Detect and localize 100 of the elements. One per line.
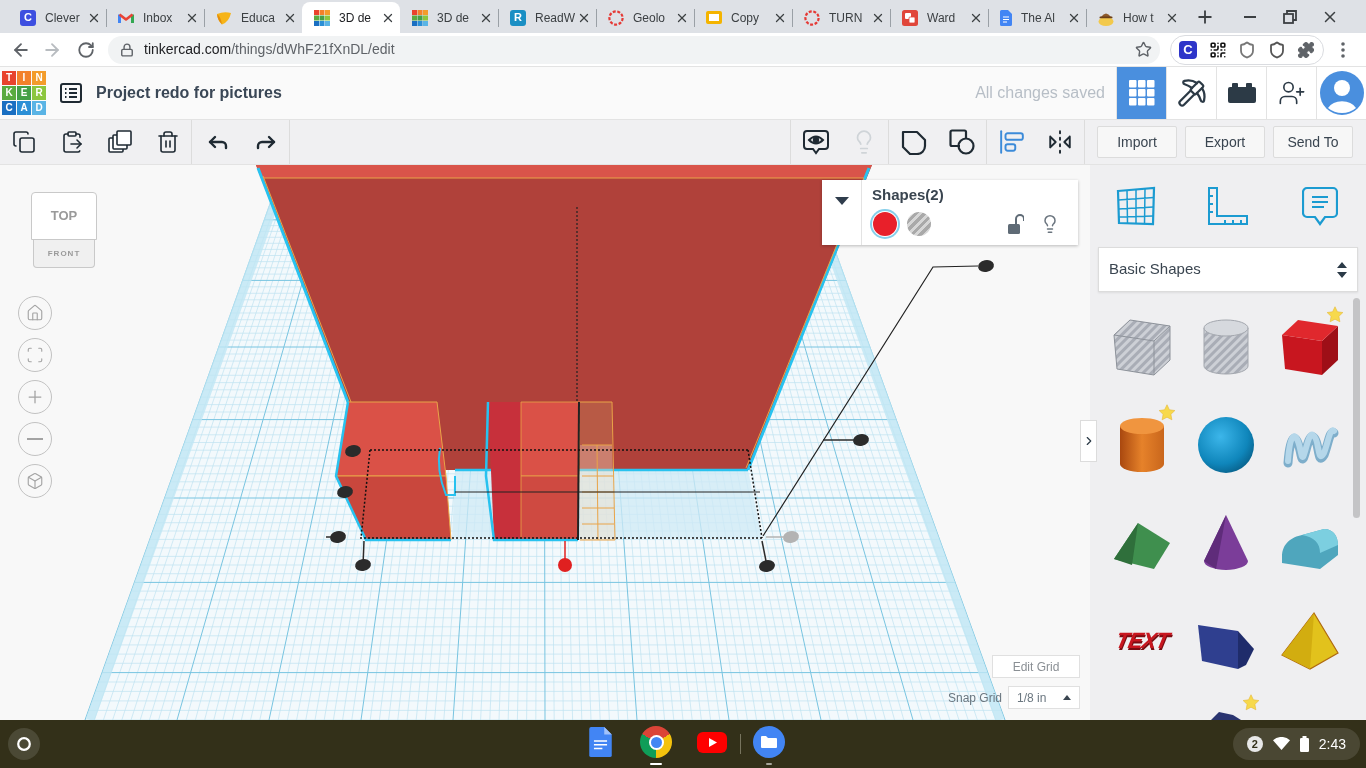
url-text: tinkercad.com/things/dWhF21fXnDL/edit	[144, 40, 395, 59]
toolbar-button[interactable]: Import	[1097, 126, 1177, 158]
project-title: Project redo for pictures	[96, 83, 282, 103]
browser-tab[interactable]: Copy	[694, 2, 792, 33]
envelope-icon	[118, 11, 134, 24]
browser-tab[interactable]: 3D de	[400, 2, 498, 33]
minimize-icon	[1244, 16, 1256, 18]
dashed-ring-icon	[608, 9, 624, 26]
qr-code-icon[interactable]	[1208, 40, 1227, 59]
toolbar-button[interactable]: Send To	[1273, 126, 1353, 158]
logo-letter-tile: T	[2, 71, 16, 85]
shield-icon[interactable]	[1267, 40, 1286, 59]
document-icon	[588, 727, 612, 757]
browser-tab[interactable]: Ward	[890, 2, 988, 33]
address-bar[interactable]: tinkercad.com/things/dWhF21fXnDL/edit	[108, 35, 1160, 64]
menu-icon	[1341, 41, 1345, 58]
launcher-button[interactable]	[8, 728, 40, 760]
browser-tab[interactable]: The Al	[988, 2, 1086, 33]
logo-letter-tile: E	[17, 86, 31, 100]
scale-handle[interactable]	[978, 259, 994, 273]
color-swatch[interactable]	[873, 212, 897, 236]
merged-shape-icon	[900, 129, 927, 155]
tilted-grid-icon	[1116, 186, 1156, 226]
logo-letter-tile: K	[2, 86, 16, 100]
bricks-view-button[interactable]	[1216, 67, 1266, 119]
folder-icon	[753, 726, 785, 758]
browser-tab[interactable]: TURN	[792, 2, 890, 33]
trash-icon	[155, 130, 180, 154]
cube-outline-icon	[26, 472, 44, 490]
scale-handle[interactable]	[822, 433, 869, 447]
up-down-caret-icon	[1337, 261, 1347, 278]
play-button-icon	[697, 731, 727, 753]
scale-handle[interactable]	[345, 444, 361, 458]
browser-tab[interactable]: C Clever	[8, 2, 106, 33]
caret-up-icon	[1063, 695, 1071, 700]
scale-handle[interactable]	[325, 530, 346, 544]
snap-grid-select[interactable]: 1/8 in	[1008, 686, 1080, 709]
browser-tab[interactable]: R ReadW	[498, 2, 596, 33]
reload-icon	[77, 40, 95, 59]
scale-handle[interactable]	[355, 540, 371, 572]
round-logo-icon	[640, 726, 672, 758]
logo-letter-tile: R	[32, 86, 46, 100]
save-status: All changes saved	[975, 83, 1105, 103]
browser-tab[interactable]: How t	[1086, 2, 1184, 33]
copy-icon	[12, 130, 36, 154]
star-icon	[1158, 404, 1176, 422]
dashed-ring-icon	[804, 9, 820, 26]
toolbar-button[interactable]: Export	[1185, 126, 1265, 158]
ring-icon	[17, 737, 31, 751]
clock-time: 2:43	[1318, 734, 1346, 754]
notification-count[interactable]: 2	[1246, 736, 1263, 752]
logo-letter-tile: A	[17, 101, 31, 115]
shape-category-select[interactable]: Basic Shapes	[1098, 247, 1358, 292]
frame-corners-icon	[26, 346, 44, 364]
plus-icon	[1195, 7, 1215, 27]
tile-grid-icon	[314, 9, 330, 26]
restore-icon	[1283, 10, 1297, 24]
leaf-icon	[216, 10, 232, 25]
sphere-icon	[1196, 415, 1256, 475]
slides-icon	[706, 11, 722, 24]
extension-letter-button[interactable]: C	[1179, 40, 1197, 59]
scrollbar-thumb[interactable]	[1353, 298, 1360, 518]
battery-icon	[1299, 736, 1309, 752]
clipboard-icon	[60, 130, 84, 154]
brick-icon	[1227, 83, 1256, 103]
letter-favicon: R	[510, 9, 526, 26]
padlock-open-icon[interactable]	[1008, 214, 1024, 234]
text-shape-preview: TEXT	[1113, 630, 1171, 652]
overlapping-squares-icon	[902, 9, 918, 26]
mirror-triangles-icon	[1047, 129, 1073, 155]
scale-handle[interactable]	[337, 485, 353, 499]
browser-tab[interactable]: Educa	[204, 2, 302, 33]
square-circle-icon	[949, 129, 975, 155]
logo-letter-tile: D	[32, 101, 46, 115]
house-icon	[26, 304, 44, 322]
shape-tile[interactable]: TEXT	[1100, 592, 1184, 690]
grid-icon	[1128, 80, 1155, 106]
design-list-button[interactable]	[60, 82, 82, 104]
snap-grid-label: Snap Grid	[947, 689, 1002, 707]
speech-bubble-eye-icon	[802, 129, 829, 155]
browser-tab[interactable]: Inbox	[106, 2, 204, 33]
star-icon	[1326, 306, 1344, 324]
pickaxe-icon	[1176, 78, 1207, 108]
ruler-icon	[1207, 186, 1249, 226]
puzzle-icon[interactable]	[1297, 40, 1315, 59]
stacked-squares-icon	[108, 130, 132, 154]
browser-tab[interactable]: Geolo	[596, 2, 694, 33]
list-icon	[60, 83, 82, 103]
browser-tab[interactable]: 3D de	[302, 2, 400, 33]
invite-user-button[interactable]	[1266, 67, 1316, 119]
pyramid-icon	[1280, 611, 1340, 671]
scale-handle[interactable]	[765, 530, 799, 544]
striped-swatch[interactable]	[907, 212, 931, 236]
shield-icon[interactable]	[1238, 40, 1256, 59]
scale-handle[interactable]	[759, 540, 775, 573]
cube-icon	[1280, 317, 1340, 377]
star-outline-icon	[1134, 41, 1152, 58]
blocks-view-button[interactable]	[1166, 67, 1216, 119]
center-handle[interactable]	[558, 540, 572, 572]
logo-letter-tile: I	[17, 71, 31, 85]
